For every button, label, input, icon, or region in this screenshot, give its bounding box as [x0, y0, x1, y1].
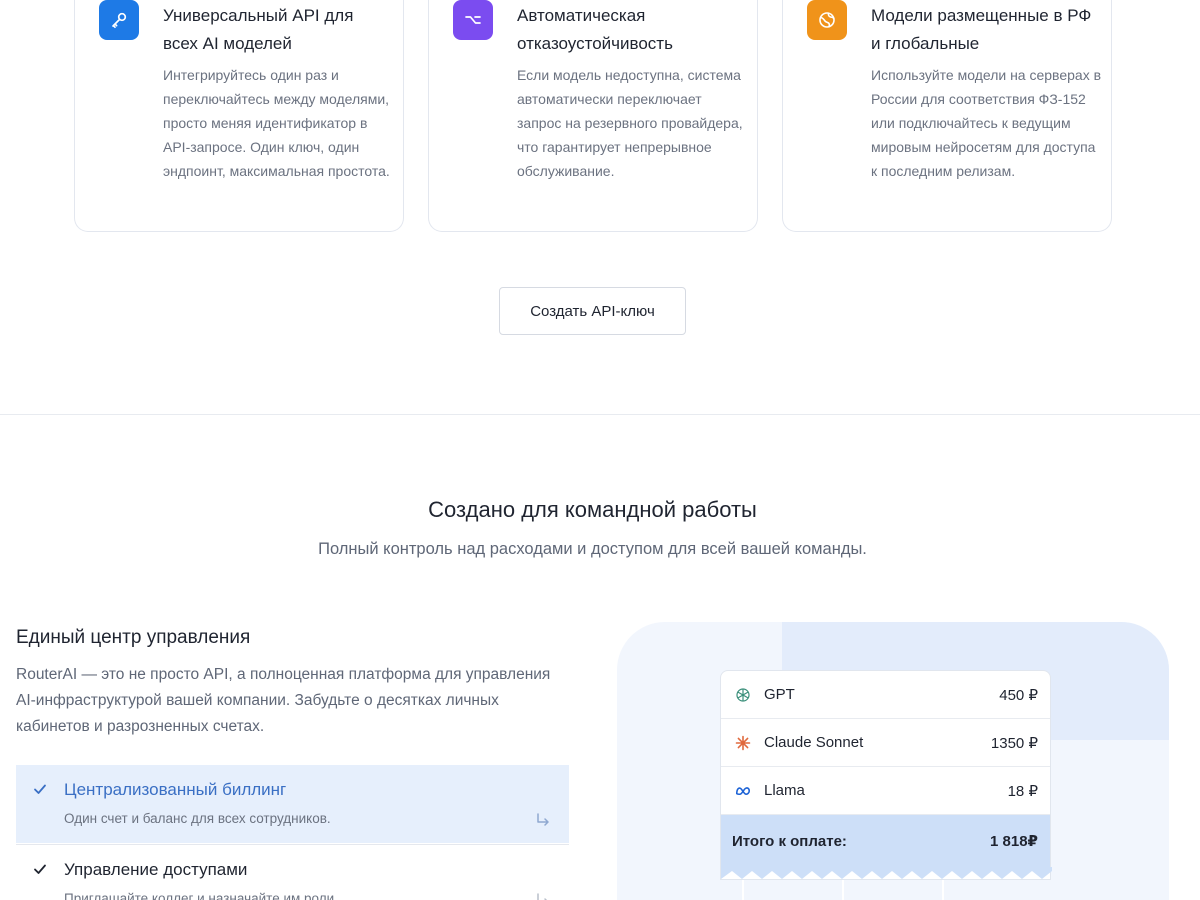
receipt-row: Claude Sonnet 1350 ₽ [721, 719, 1050, 767]
anthropic-icon [735, 735, 751, 751]
receipt-row: GPT 450 ₽ [721, 671, 1050, 719]
meta-icon [735, 783, 751, 799]
control-center-title: Единый центр управления [16, 627, 251, 648]
feature-card-failover: Автоматическая отказоустойчивость Если м… [428, 0, 758, 232]
arrow-down-right-icon [537, 893, 548, 900]
feature-title: Модели размещенные в РФ и глобальные [871, 6, 1092, 53]
feature-item-description: Приглашайте коллег и назначайте им роли [64, 891, 335, 900]
globe-icon [807, 0, 847, 40]
feature-title: Автоматическая отказоустойчивость [517, 6, 673, 53]
model-price: 1350 ₽ [990, 734, 1038, 752]
model-name: GPT [764, 686, 795, 703]
arrow-down-right-icon [537, 813, 549, 826]
model-name: Llama [764, 782, 805, 799]
create-api-key-button[interactable]: Создать API-ключ [499, 287, 686, 335]
feature-item-title: Управление доступами [64, 860, 248, 879]
section-title: Создано для командной работы [428, 497, 757, 522]
feature-card-universal-api: Универсальный API для всех AI моделей Ин… [74, 0, 404, 232]
model-price: 18 ₽ [1007, 782, 1038, 800]
check-icon [34, 864, 46, 874]
option-switch-icon [453, 0, 493, 40]
feature-item-billing[interactable]: Централизованный биллинг Один счет и бал… [16, 765, 569, 843]
check-icon [34, 784, 46, 794]
feature-item-access[interactable]: Управление доступами Приглашайте коллег … [16, 844, 569, 900]
control-center-description: RouterAI — это не просто API, а полноцен… [16, 666, 551, 735]
billing-receipt: GPT 450 ₽ Claude Sonnet 1350 ₽ Llama 18 … [720, 670, 1052, 880]
total-label: Итого к оплате: [732, 832, 847, 850]
receipt-row: Llama 18 ₽ [721, 767, 1050, 815]
feature-description: Интегрируйтесь один раз и переключайтесь… [163, 67, 390, 179]
openai-icon [735, 687, 751, 703]
feature-item-description: Один счет и баланс для всех сотрудников. [64, 811, 331, 826]
receipt-total: Итого к оплате: 1 818₽ [721, 815, 1050, 867]
feature-description: Если модель недоступна, система автомати… [517, 67, 743, 179]
feature-title: Универсальный API для всех AI моделей [163, 6, 354, 53]
model-price: 450 ₽ [999, 686, 1038, 704]
key-icon [99, 0, 139, 40]
model-name: Claude Sonnet [764, 734, 864, 751]
feature-description: Используйте модели на серверах в России … [871, 67, 1102, 179]
features-grid: Универсальный API для всех AI моделей Ин… [74, 0, 1112, 232]
section-subtitle: Полный контроль над расходами и доступом… [318, 540, 867, 558]
total-value: 1 818₽ [990, 833, 1038, 850]
feature-card-hosting: Модели размещенные в РФ и глобальные Исп… [782, 0, 1112, 232]
receipt-zigzag-edge [721, 867, 1052, 879]
section-divider [0, 414, 1200, 415]
feature-item-title: Централизованный биллинг [64, 780, 287, 799]
